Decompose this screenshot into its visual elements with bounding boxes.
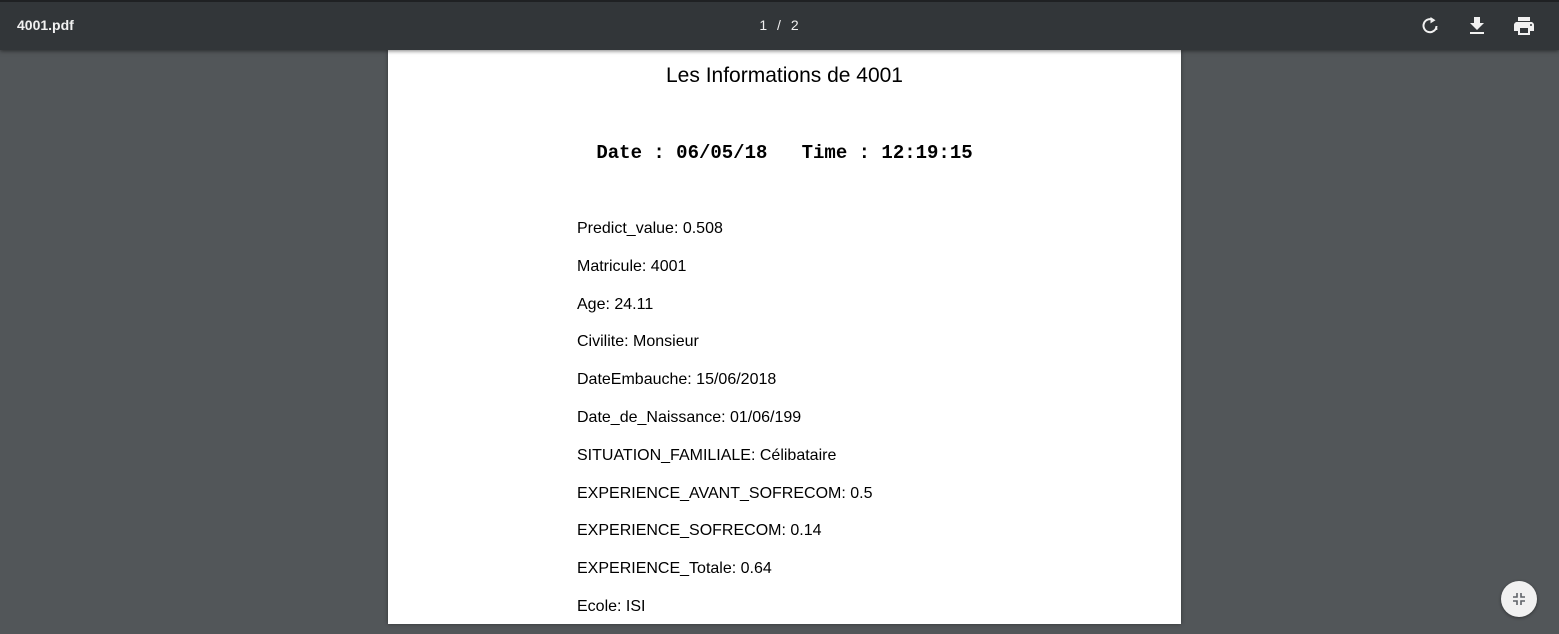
total-pages: 2 — [790, 17, 800, 33]
page-separator: / — [777, 17, 782, 33]
info-field: EXPERIENCE_Totale: 0.64 — [577, 560, 772, 578]
date-label: Date : 06/05/18 — [596, 142, 768, 164]
date-time-line: Date : 06/05/18 Time : 12:19:15 — [388, 142, 1181, 164]
download-button[interactable] — [1465, 14, 1489, 38]
info-field: Age: 24.11 — [577, 295, 654, 313]
document-title: Les Informations de 4001 — [666, 64, 903, 87]
rotate-icon — [1422, 17, 1438, 34]
current-page: 1 — [759, 17, 769, 33]
info-field: EXPERIENCE_SOFRECOM: 0.14 — [577, 522, 822, 540]
info-field: Ecole: ISI — [577, 597, 646, 615]
fit-page-icon — [1513, 593, 1525, 605]
info-field-list: Predict_value: 0.508 Matricule: 4001 Age… — [577, 218, 872, 634]
print-button[interactable] — [1512, 14, 1536, 38]
info-field: DateEmbauche: 15/06/2018 — [577, 371, 777, 389]
pdf-toolbar: 4001.pdf 1 / 2 — [0, 0, 1559, 50]
time-label: Time : 12:19:15 — [801, 142, 973, 164]
info-field: Matricule: 4001 — [577, 257, 687, 275]
download-icon — [1470, 17, 1484, 34]
rotate-button[interactable] — [1418, 14, 1442, 38]
info-field: Date_de_Naissance: 01/06/199 — [577, 408, 802, 426]
fit-page-button[interactable] — [1501, 581, 1537, 617]
info-field: Civilite: Monsieur — [577, 333, 699, 351]
print-icon — [1514, 17, 1534, 35]
page-indicator: 1 / 2 — [0, 17, 1559, 33]
info-field: EXPERIENCE_AVANT_SOFRECOM: 0.5 — [577, 484, 873, 502]
pdf-page: Les Informations de 4001 Date : 06/05/18… — [388, 50, 1181, 624]
info-field: SITUATION_FAMILIALE: Célibataire — [577, 446, 837, 464]
info-field: Predict_value: 0.508 — [577, 220, 723, 237]
pdf-viewer[interactable]: Les Informations de 4001 Date : 06/05/18… — [0, 50, 1559, 624]
